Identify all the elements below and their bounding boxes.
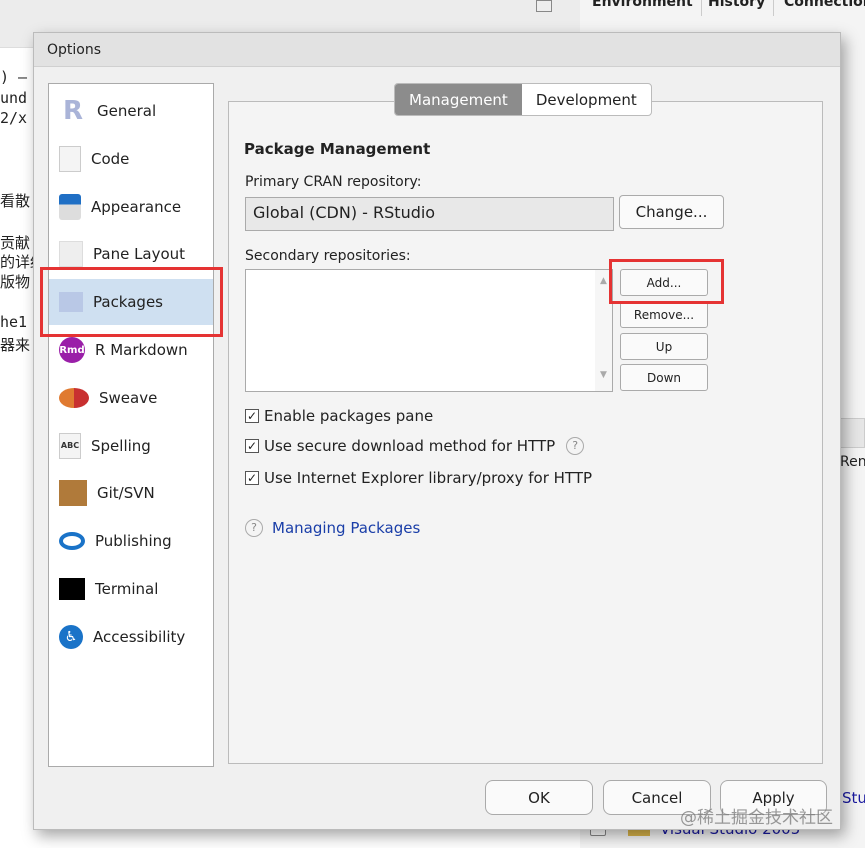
sidebar-item-label: Code [91, 149, 130, 168]
sidebar-item-label: General [97, 102, 157, 120]
help-link-text[interactable]: Managing Packages [272, 519, 420, 537]
sidebar-item-terminal[interactable]: Terminal [49, 566, 213, 612]
code-line: 2/x [0, 109, 28, 127]
code-line: 版物 [0, 273, 31, 291]
paint-bucket-icon [59, 193, 81, 220]
code-line: he1 [0, 313, 28, 331]
sidebar-item-label: Publishing [95, 532, 172, 551]
sidebar-item-code[interactable]: Code [49, 136, 213, 182]
ie-proxy-checkbox[interactable]: ✓ Use Internet Explorer library/proxy for… [245, 469, 592, 487]
spelling-icon: ABC [59, 432, 81, 459]
git-box-icon [59, 480, 87, 507]
tab-development[interactable]: Development [522, 84, 651, 115]
accessibility-icon: ♿ [59, 624, 83, 649]
sidebar-item-label: Pane Layout [93, 245, 186, 264]
rmd-icon: Rmd [59, 337, 85, 363]
terminal-icon [59, 578, 85, 600]
sidebar-item-label: R Markdown [95, 341, 188, 359]
code-line: 贡献 [0, 234, 31, 252]
checkbox-label: Use Internet Explorer library/proxy for … [264, 469, 593, 487]
change-button[interactable]: Change... [619, 195, 724, 229]
options-sidebar: R General Code Appearance Pane Layout Package… [48, 83, 214, 767]
publishing-icon [59, 532, 85, 551]
r-logo-icon: R [62, 96, 84, 126]
sidebar-item-label: Accessibility [93, 627, 186, 646]
sidebar-item-publishing[interactable]: Publishing [49, 518, 213, 564]
help-icon: ? [245, 519, 263, 537]
checkbox-icon: ✓ [245, 471, 259, 485]
sidebar-item-general[interactable]: R General [49, 88, 213, 134]
sidebar-item-git-svn[interactable]: Git/SVN [49, 470, 213, 516]
sidebar-item-label: Sweave [99, 388, 158, 407]
managing-packages-link[interactable]: ? Managing Packages [245, 519, 420, 537]
tab-history[interactable]: History [700, 0, 775, 16]
checkbox-label: Enable packages pane [264, 407, 434, 425]
section-title: Package Management [244, 140, 431, 158]
enable-packages-pane-checkbox[interactable]: ✓ Enable packages pane [245, 407, 433, 425]
sweave-icon [59, 387, 89, 408]
bg-text: Ren [840, 454, 865, 470]
sidebar-item-sweave[interactable]: Sweave [49, 375, 213, 421]
options-dialog: Options R General Code Appearance Pane Layou… [33, 32, 841, 830]
sidebar-item-label: Spelling [91, 436, 151, 455]
secure-download-checkbox[interactable]: ✓ Use secure download method for HTTP? [245, 437, 585, 455]
sidebar-item-label: Terminal [95, 580, 159, 598]
maximize-icon[interactable] [536, 0, 552, 12]
down-button[interactable]: Down [620, 364, 708, 391]
sidebar-item-spelling[interactable]: ABC Spelling [49, 423, 213, 469]
help-icon[interactable]: ? [566, 437, 585, 455]
dialog-title: Options [34, 33, 840, 67]
code-line: 器来 [0, 336, 31, 354]
watermark: @稀土掘金技术社区 [680, 808, 833, 828]
highlight-box [40, 267, 223, 337]
checkbox-icon: ✓ [245, 409, 259, 423]
code-line: 看散 [0, 192, 31, 210]
packages-panel: Package Management Primary CRAN reposito… [228, 101, 823, 764]
checkbox-icon: ✓ [245, 439, 259, 453]
tab-management[interactable]: Management [395, 84, 522, 115]
bg-text: Stu [842, 789, 865, 807]
tab-environment[interactable]: Environment [584, 0, 702, 16]
sidebar-item-label: Appearance [91, 197, 182, 216]
tab-bar: Management Development [394, 83, 652, 116]
ok-button[interactable]: OK [485, 780, 593, 815]
up-button[interactable]: Up [620, 333, 708, 360]
primary-repo-field: Global (CDN) - RStudio [245, 197, 614, 231]
sidebar-item-accessibility[interactable]: ♿ Accessibility [49, 614, 213, 660]
secondary-repo-label: Secondary repositories: [245, 248, 411, 264]
primary-repo-label: Primary CRAN repository: [245, 174, 422, 190]
checkbox-label: Use secure download method for HTTP [264, 437, 556, 455]
secondary-repo-list[interactable]: ▲ ▼ [245, 269, 613, 392]
tab-connections[interactable]: Connections [776, 0, 865, 16]
code-icon [59, 145, 81, 172]
sidebar-item-label: Git/SVN [97, 484, 155, 503]
code-line: ) – [0, 68, 28, 86]
highlight-box [609, 259, 724, 304]
pane-layout-icon [59, 241, 83, 268]
code-line: und [0, 89, 28, 107]
sidebar-item-appearance[interactable]: Appearance [49, 184, 213, 230]
remove-button[interactable]: Remove... [620, 301, 708, 328]
